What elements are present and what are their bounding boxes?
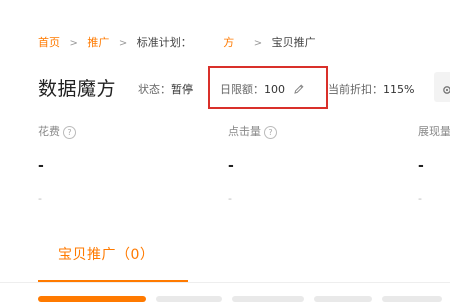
- page-title: 数据魔方: [38, 78, 117, 100]
- breadcrumb-promotion-link[interactable]: 推广: [87, 36, 109, 49]
- metric-impressions-value: -: [418, 158, 424, 174]
- metric-cost-sub: -: [38, 192, 42, 205]
- breadcrumb-separator: >: [253, 38, 263, 49]
- breadcrumb-plan-label: 标准计划：: [136, 36, 192, 49]
- status-value: 暂停: [171, 83, 193, 96]
- metric-clicks-value: -: [228, 158, 234, 174]
- breadcrumb-plan-link[interactable]: 方: [223, 36, 234, 49]
- status-label: 状态：: [138, 83, 171, 96]
- help-icon[interactable]: ?: [264, 126, 277, 139]
- discount-value: 115%: [383, 83, 415, 96]
- toolbar-button[interactable]: [314, 296, 372, 302]
- tab-active-indicator: [38, 280, 188, 282]
- daily-budget-label: 日限额：: [220, 83, 264, 96]
- toolbar-button[interactable]: [156, 296, 222, 302]
- toolbar-button-primary[interactable]: [38, 296, 146, 302]
- status-info: 状态：暂停: [138, 81, 193, 97]
- gear-icon: [441, 81, 450, 94]
- metric-clicks-label-text: 点击量: [228, 125, 261, 138]
- metric-impressions-sub: -: [418, 192, 422, 205]
- metric-impressions-label: 展现量: [418, 125, 450, 138]
- metric-cost-value: -: [38, 158, 44, 174]
- metric-clicks-label: 点击量?: [228, 123, 277, 139]
- breadcrumb-current: 宝贝推广: [271, 36, 316, 49]
- daily-budget-info: 日限额：100: [220, 81, 305, 97]
- breadcrumb-separator: >: [118, 38, 128, 49]
- breadcrumb-separator: >: [69, 38, 78, 49]
- settings-button[interactable]: [434, 72, 450, 102]
- pencil-icon[interactable]: [293, 83, 305, 95]
- metric-cost-label-text: 花费: [38, 125, 60, 138]
- discount-info: 当前折扣：115%: [328, 81, 414, 97]
- breadcrumb: 首页 > 推广 > 标准计划： 方 > 宝贝推广: [38, 34, 316, 50]
- metric-cost-label: 花费?: [38, 123, 76, 139]
- metric-clicks-sub: -: [228, 192, 232, 205]
- toolbar-button[interactable]: [232, 296, 304, 302]
- tab-item-promotion[interactable]: 宝贝推广（0）: [58, 244, 154, 264]
- toolbar-button[interactable]: [382, 296, 442, 302]
- daily-budget-value: 100: [264, 83, 285, 96]
- discount-label: 当前折扣：: [328, 83, 383, 96]
- tab-divider: [0, 282, 450, 283]
- help-icon[interactable]: ?: [63, 126, 76, 139]
- breadcrumb-home-link[interactable]: 首页: [38, 36, 60, 49]
